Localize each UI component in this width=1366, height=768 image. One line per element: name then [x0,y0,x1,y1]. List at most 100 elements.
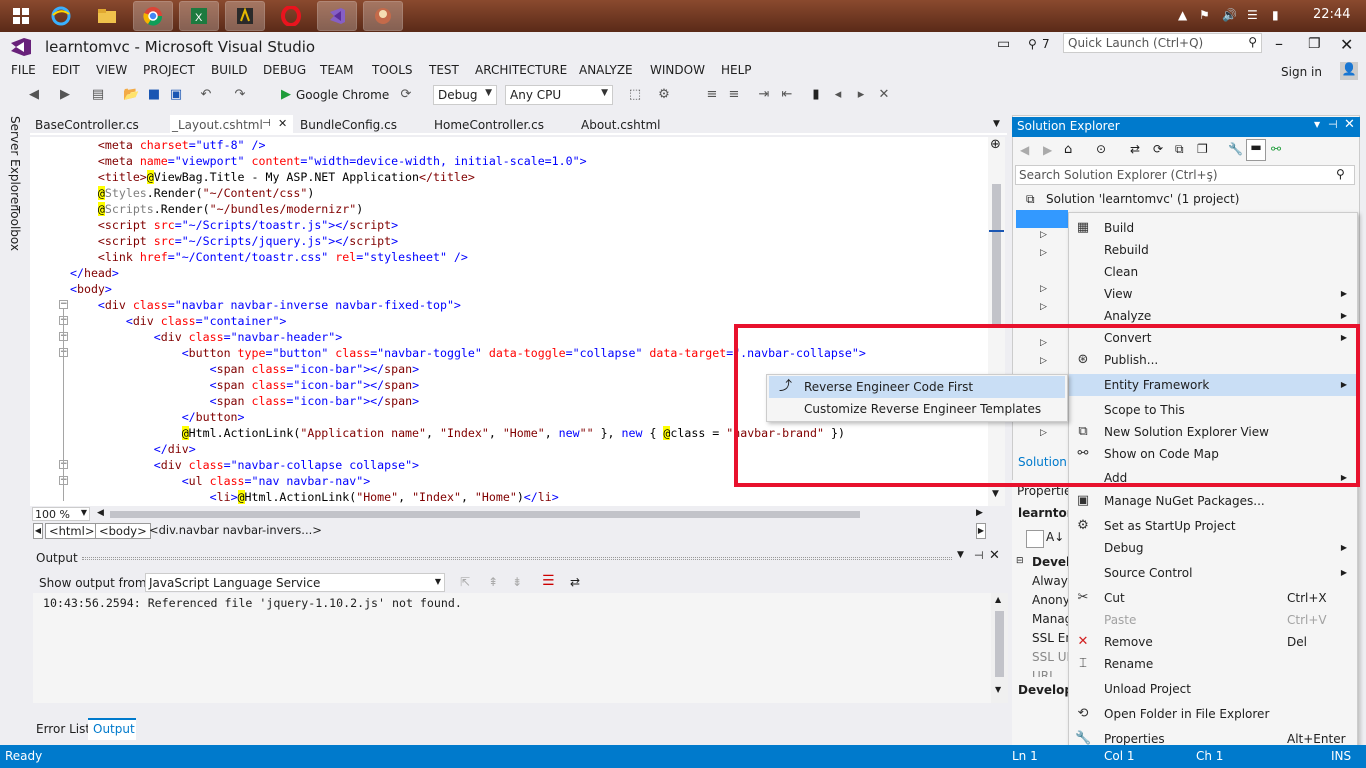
context-menu-item-publish[interactable]: ⊛ Publish... [1069,349,1357,371]
collapse-all-icon[interactable]: ⧉ [1175,142,1184,157]
sync-icon[interactable]: ⇄ [1130,142,1140,156]
scroll-thumb[interactable] [992,184,1001,324]
menu-debug[interactable]: DEBUG [263,63,306,77]
split-icon[interactable]: ⊕ [990,137,1001,152]
context-menu-item-debug[interactable]: Debug ▶ [1069,537,1357,559]
breadcrumb-right-icon[interactable]: ▶ [976,523,986,539]
menu-customize-reverse-engineer-templates[interactable]: Customize Reverse Engineer Templates [769,398,1065,420]
visual-studio-icon[interactable] [317,1,357,31]
context-menu-item-entity-framework[interactable]: Entity Framework ▶ [1069,374,1357,396]
chrome-icon[interactable] [133,1,173,31]
context-menu-item-unload-project[interactable]: Unload Project [1069,678,1357,700]
home-icon[interactable]: ⌂ [1064,142,1072,157]
sign-in-link[interactable]: Sign in [1281,65,1322,79]
code-editor[interactable]: <meta charset="utf-8" /> <meta name="vie… [30,137,1005,506]
context-menu-item-remove[interactable]: ✕ Remove Del [1069,631,1357,653]
app-icon[interactable] [363,1,403,31]
collapse-region-icon[interactable]: − [59,300,68,309]
word-wrap-icon[interactable]: ⇄ [570,575,580,589]
property-row[interactable]: Manag [1032,612,1072,626]
code-map-icon[interactable]: ⚯ [1271,142,1281,156]
context-menu-item-paste[interactable]: Paste Ctrl+V [1069,609,1357,631]
scroll-up-icon[interactable]: ▲ [995,595,1001,604]
toolbox-tab[interactable]: Toolbox [8,206,22,251]
output-scrollbar[interactable]: ▲ ▼ [991,593,1008,703]
menu-edit[interactable]: EDIT [52,63,80,77]
show-all-files-icon[interactable]: ❐ [1197,142,1208,156]
selected-project-node[interactable] [1016,210,1068,228]
flag-icon[interactable]: ⚑ [1199,8,1210,22]
menu-team[interactable]: TEAM [320,63,353,77]
solution-configs-icon[interactable]: ⚙ [656,87,672,103]
feedback-icon[interactable]: ▭ [997,36,1010,52]
breadcrumb-left-icon[interactable]: ◀ [33,523,43,539]
output-scroll-thumb[interactable] [995,611,1004,677]
menu-help[interactable]: HELP [721,63,752,77]
context-menu-item-rename[interactable]: ⌶ Rename [1069,653,1357,675]
pin-icon[interactable]: ⊣ [1328,118,1338,131]
solution-search-input[interactable]: Search Solution Explorer (Ctrl+ş) ⚲ [1015,165,1355,185]
notifications-flag-icon[interactable]: ⚲ [1028,37,1037,51]
expand-icon[interactable]: ▷ [1040,230,1047,240]
save-all-icon[interactable]: ▣ [168,87,184,103]
context-menu-item-analyze[interactable]: Analyze ▶ [1069,305,1357,327]
output-source-dropdown[interactable]: JavaScript Language Service ▼ [145,573,445,592]
menu-window[interactable]: WINDOW [650,63,705,77]
close-tab-icon[interactable]: ✕ [278,117,287,130]
tab-dropdown-icon[interactable]: ▼ [993,119,1000,129]
start-debugging-icon[interactable]: ▶ [278,87,294,103]
back-icon[interactable]: ◀ [1020,143,1029,157]
minimize-icon[interactable]: – [1275,34,1283,53]
context-menu-item-view[interactable]: View ▶ [1069,283,1357,305]
context-menu-item-clean[interactable]: Clean [1069,261,1357,283]
next-message-icon[interactable]: ⇟ [512,575,522,589]
solution-node[interactable]: Solution 'learntomvc' (1 project) [1046,192,1239,206]
volume-icon[interactable]: 🔊 [1222,8,1237,22]
vertical-scrollbar[interactable]: ⊕ ▼ [988,137,1005,506]
window-options-icon[interactable]: ▼ [957,550,964,560]
tab-output[interactable]: Output [93,722,135,736]
expand-icon[interactable]: ▷ [1040,284,1047,294]
tab-about[interactable]: About.cshtml [581,118,660,132]
context-menu-item-show-on-code-map[interactable]: ⚯ Show on Code Map [1069,443,1357,465]
context-menu-item-rebuild[interactable]: Rebuild [1069,239,1357,261]
prev-bookmark-icon[interactable]: ◂ [830,87,846,103]
opera-icon[interactable] [272,2,310,30]
quick-launch-input[interactable]: Quick Launch (Ctrl+Q) ⚲ [1063,33,1262,53]
context-menu-item-set-as-startup-project[interactable]: ⚙ Set as StartUp Project [1069,515,1357,537]
collapse-icon[interactable]: ⊟ [1016,556,1024,566]
scroll-down-icon[interactable]: ▼ [992,489,999,499]
redo-icon[interactable]: ↷ [232,87,248,103]
pin-icon[interactable]: ⊣ [262,118,271,129]
breadcrumb-div[interactable]: <div.navbar navbar-invers...> [146,523,325,539]
user-avatar[interactable]: 👤 [1340,62,1358,80]
expand-icon[interactable]: ▷ [1040,338,1047,348]
excel-icon[interactable]: X [179,1,219,31]
platform-dropdown[interactable]: Any CPU ▼ [505,85,613,105]
refresh-icon[interactable]: ⟳ [398,87,414,103]
tab-layout-active[interactable]: _Layout.cshtml ⊣ ✕ [170,115,293,135]
expand-icon[interactable]: ▷ [1040,302,1047,312]
clear-bookmarks-icon[interactable]: ✕ [876,87,892,103]
expand-icon[interactable]: ▷ [1040,428,1047,438]
context-menu-item-cut[interactable]: ✂ Cut Ctrl+X [1069,587,1357,609]
chevron-up-icon[interactable]: ▲ [1178,8,1187,22]
output-text-area[interactable]: 10:43:56.2594: Referenced file 'jquery-1… [33,593,1008,703]
notification-count[interactable]: 7 [1042,37,1050,51]
context-menu-item-new-solution-explorer-view[interactable]: ⧉ New Solution Explorer View [1069,421,1357,443]
browser-selector[interactable]: Google Chrome [296,88,389,102]
maximize-icon[interactable]: ❐ [1308,36,1321,52]
zoom-dropdown[interactable]: 100 % ▼ [32,507,90,521]
property-row[interactable]: URL [1032,669,1056,677]
context-menu-item-open-folder-in-file-explorer[interactable]: ⟲ Open Folder in File Explorer [1069,703,1357,725]
prev-message-icon[interactable]: ⇞ [488,575,498,589]
menu-analyze[interactable]: ANALYZE [579,63,633,77]
clear-all-icon[interactable]: ☰ [542,573,555,589]
menu-reverse-engineer-code-first[interactable]: ⤴ Reverse Engineer Code First [769,376,1065,398]
menu-architecture[interactable]: ARCHITECTURE [475,63,567,77]
context-menu-item-manage-nuget-packages[interactable]: ▣ Manage NuGet Packages... [1069,490,1357,512]
pending-changes-icon[interactable]: ⊙ [1096,142,1106,156]
next-bookmark-icon[interactable]: ▸ [853,87,869,103]
forward-icon[interactable]: ▶ [57,87,73,103]
outdent-icon[interactable]: ⇤ [779,87,795,103]
